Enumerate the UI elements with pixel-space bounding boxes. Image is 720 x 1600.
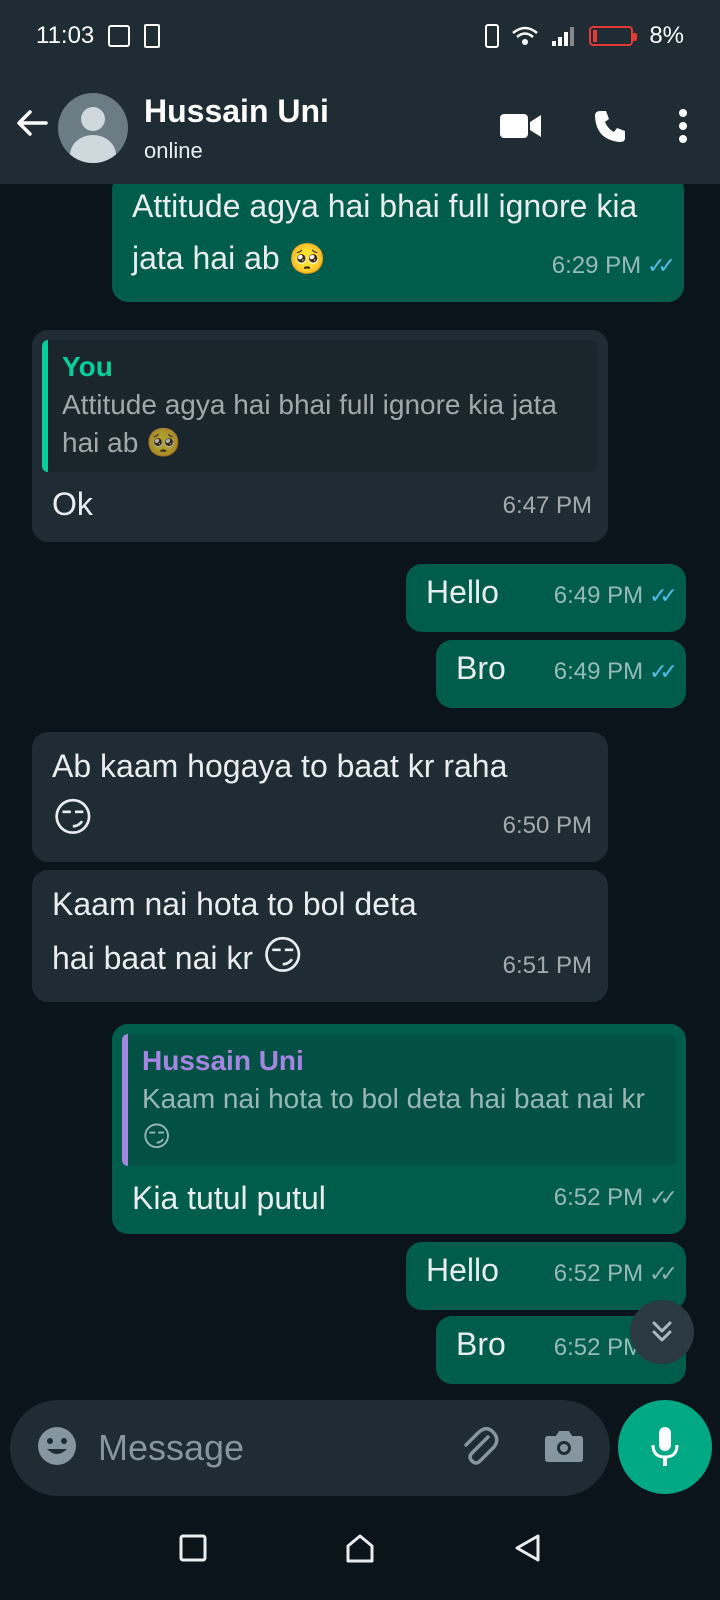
message-time: 6:51 PM [502,952,592,979]
attachment-icon[interactable] [458,1425,500,1472]
more-options-icon[interactable] [678,108,688,148]
chat-header: Hussain Uni online [0,72,720,184]
quoted-message[interactable]: You Attitude agya hai bhai full ignore k… [42,340,598,472]
smirking-face-emoji: 😏 [261,934,304,978]
pleading-face-emoji: 🥺 [146,427,181,458]
message-time: 6:47 PM [502,492,592,519]
delivered-receipt-icon: ✓✓ [649,1261,678,1286]
camera-icon[interactable] [544,1428,584,1469]
microphone-icon [651,1427,679,1466]
signal-icon [552,27,575,46]
gallery-icon [108,25,131,47]
home-icon[interactable] [344,1532,376,1569]
emoji-icon[interactable] [36,1425,78,1472]
message-composer[interactable]: Message [10,1400,610,1496]
message-bubble-incoming[interactable]: You Attitude agya hai bhai full ignore k… [32,330,608,542]
message-bubble-outgoing[interactable]: Hello 6:49 PM ✓✓ [406,564,686,632]
wifi-icon [512,26,539,45]
contact-name: Hussain Uni [144,92,329,129]
contact-status: online [144,137,203,163]
message-time: 6:49 PM [553,582,644,609]
voice-record-button[interactable] [618,1400,712,1494]
video-call-icon[interactable] [500,111,542,146]
double-chevron-down-icon [652,1321,672,1342]
message-bubble-outgoing[interactable]: Hussain Uni Kaam nai hota to bol deta ha… [112,1024,686,1234]
smirking-face-emoji: 😏 [142,1121,172,1152]
back-nav-icon[interactable] [513,1533,541,1568]
quote-text: Attitude agya hai bhai full ignore kia j… [62,389,557,458]
battery-saver-icon [144,24,161,48]
read-receipt-icon: ✓✓ [649,583,678,608]
message-time: 6:49 PM [553,658,644,685]
avatar[interactable] [58,93,128,163]
chat-area[interactable]: Attitude agya hai bhai full ignore kia j… [0,184,720,1400]
message-time: 6:50 PM [502,812,592,839]
battery-percent: 8% [649,22,684,49]
message-bubble-outgoing[interactable]: Hello 6:52 PM ✓✓ [406,1242,686,1310]
quote-text: Kaam nai hota to bol deta hai baat nai k… [142,1083,645,1114]
system-nav-bar [0,1500,720,1600]
quoted-message[interactable]: Hussain Uni Kaam nai hota to bol deta ha… [122,1034,676,1166]
phone-icon[interactable] [592,108,628,149]
message-time: 6:52 PM [553,1260,644,1287]
quote-author: You [62,351,113,382]
message-text: Kaam nai hota to bol deta hai baat nai k… [52,886,417,976]
back-arrow-icon[interactable] [14,105,54,151]
contact-info[interactable]: Hussain Uni online [144,93,329,164]
message-bubble-outgoing[interactable]: Attitude agya hai bhai full ignore kia j… [112,184,684,302]
delivered-receipt-icon: ✓✓ [649,1185,678,1210]
message-bubble-incoming[interactable]: Ab kaam hogaya to baat kr raha 😏 6:50 PM [32,732,608,862]
message-time: 6:52 PM [553,1184,644,1211]
read-receipt-icon: ✓✓ [649,659,678,684]
phone-status-icon [485,24,500,48]
message-time: 6:29 PM [551,252,642,279]
status-time: 11:03 [36,22,95,49]
status-bar: 11:03 8% [0,0,720,72]
quote-author: Hussain Uni [142,1045,304,1076]
read-receipt-icon: ✓✓ [647,253,676,278]
message-bubble-outgoing[interactable]: Bro 6:49 PM ✓✓ [436,640,686,708]
battery-icon [589,26,638,46]
message-text: Ab kaam hogaya to baat kr raha [52,748,508,784]
recent-apps-icon[interactable] [179,1534,207,1567]
message-input[interactable]: Message [98,1427,458,1469]
pleading-face-emoji: 🥺 [288,243,326,276]
scroll-to-bottom-button[interactable] [630,1300,694,1364]
message-bubble-incoming[interactable]: Kaam nai hota to bol deta hai baat nai k… [32,870,608,1002]
